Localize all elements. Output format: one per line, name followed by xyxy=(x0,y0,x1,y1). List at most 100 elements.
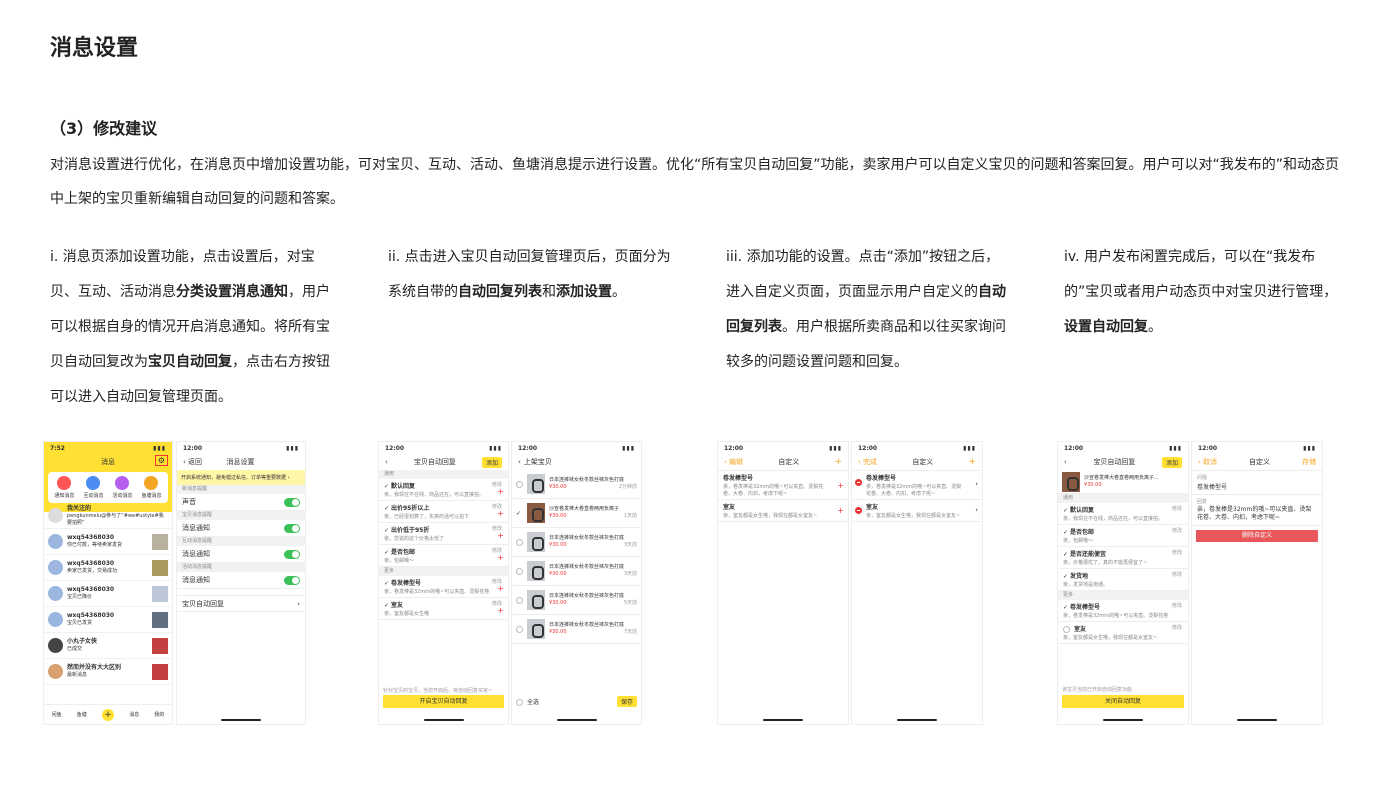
edit-link[interactable]: 修改 xyxy=(1172,527,1182,534)
product-time: 7天前 xyxy=(623,629,637,635)
list-item[interactable]: 日本连裤袜女秋冬款丝袜灰色打底 ¥30.00 5天前 xyxy=(512,586,641,615)
list-item[interactable]: 室友 亲，室友都是女生哦，我现在都是女室友~ 修改 xyxy=(1058,622,1188,644)
list-item[interactable]: 日本连裤袜女秋冬款丝袜灰色打底 ¥30.00 2分钟前 xyxy=(512,470,641,499)
category-pond[interactable]: 鱼塘消息 xyxy=(141,476,162,499)
plus-icon[interactable]: + xyxy=(497,606,504,615)
interact-notify-toggle[interactable] xyxy=(284,549,300,559)
list-item[interactable]: 然而并没有大大区别 最新消息 xyxy=(44,659,172,685)
list-item[interactable]: ✓ 出价低于95折 亲，您说的这个价格太低了 修改 + xyxy=(379,523,508,545)
save-button[interactable]: 保存 xyxy=(616,695,637,707)
edit-link[interactable]: 修改 xyxy=(1172,602,1182,609)
add-button[interactable]: 添加 xyxy=(481,456,502,468)
reply-answer: 亲，室友都是女生哦，我现在都是女室友~ xyxy=(723,513,818,519)
list-item[interactable]: ✓ 发货地 亲，发货地是南通。 修改 xyxy=(1058,569,1188,591)
list-item[interactable]: ✓ 卷发棒型号 亲，卷发棒是32mm的哦~可以夹直、烫梨花卷 修改 + xyxy=(379,576,508,598)
tab-post[interactable]: + xyxy=(102,708,114,721)
category-interact[interactable]: 互动消息 xyxy=(83,476,104,499)
messages-title: 消息 xyxy=(101,458,115,466)
list-item[interactable]: ✓ 是否包邮 亲，包邮哦～ 修改 xyxy=(1058,525,1188,547)
delete-icon[interactable] xyxy=(855,507,862,514)
list-item[interactable]: ✓ 默认回复 亲，我现在不在线，商品还在，可以直接拍。 修改 xyxy=(1058,503,1188,525)
radio-button[interactable] xyxy=(1063,626,1070,633)
list-item[interactable]: 小丸子女侠 已成交 xyxy=(44,633,172,659)
radio-button[interactable] xyxy=(516,538,523,546)
plus-icon[interactable]: + xyxy=(837,481,844,490)
radio-button[interactable] xyxy=(516,596,523,604)
list-item[interactable]: 卷发棒型号 亲，卷发棒是32mm的哦~可以夹直、烫梨花卷、大卷、内扣，考虑下呢~ › xyxy=(852,470,982,500)
list-item[interactable]: 卷发棒型号 亲，卷发棒是32mm的哦~可以夹直、烫梨花卷、大卷、内扣，考虑下呢~ + xyxy=(718,470,848,500)
done-button[interactable]: ‹ 完成 xyxy=(858,457,877,467)
cancel-button[interactable]: ‹ 取消 xyxy=(1198,457,1217,467)
list-item[interactable]: ✓ 是否包邮 亲，包邮哦～ 修改 + xyxy=(379,545,508,567)
delete-custom-button[interactable]: 删除自定义 xyxy=(1196,530,1318,542)
edit-link[interactable]: 修改 xyxy=(1172,505,1182,512)
list-item[interactable]: ✓ 沙宣卷发棒大卷直卷两用负离子 ¥30.00 1天前 xyxy=(512,499,641,528)
category-notify[interactable]: 通知消息 xyxy=(54,476,75,499)
list-item[interactable]: ✓ 室友 亲，室友都是女生哦 修改 + xyxy=(379,598,508,620)
custom-title: 自定义 xyxy=(1249,458,1271,466)
category-activity[interactable]: 活动消息 xyxy=(112,476,133,499)
start-auto-reply-button[interactable]: 开启宝贝自动回复 xyxy=(383,695,504,708)
reply-answer: 亲，价格很优了，真的不能再便宜了~ xyxy=(1063,560,1148,566)
list-item[interactable]: 日本连裤袜女秋冬款丝袜灰色打底 ¥30.00 7天前 xyxy=(512,615,641,644)
plus-icon[interactable]: + xyxy=(497,487,504,496)
row-label: 声音 xyxy=(182,498,196,506)
edit-button[interactable]: ‹ 编辑 xyxy=(724,457,743,467)
product-price: ¥30.00 xyxy=(549,484,567,490)
list-item[interactable]: 日本连裤袜女秋冬款丝袜灰色打底 ¥30.00 3天前 xyxy=(512,528,641,557)
gear-icon[interactable]: ⚙ xyxy=(154,455,168,466)
store-button[interactable]: 存储 xyxy=(1302,457,1316,467)
plus-icon[interactable]: + xyxy=(497,509,504,518)
plus-icon[interactable]: + xyxy=(837,506,844,515)
list-item[interactable]: ✓ 出价95折以上 亲，已经很划算了，实爽的话可以拍下 修改 + xyxy=(379,501,508,523)
plus-icon[interactable]: + xyxy=(968,457,976,467)
auto-reply-row[interactable]: 宝贝自动回复 › xyxy=(177,595,305,612)
close-auto-reply-button[interactable]: 关闭自动回复 xyxy=(1062,695,1184,708)
plus-icon[interactable]: + xyxy=(497,531,504,540)
product-notify-toggle[interactable] xyxy=(284,523,300,533)
plus-icon[interactable]: + xyxy=(497,553,504,562)
check-icon: ✓ xyxy=(384,549,390,556)
list-item[interactable]: wxq54368030 你已付款，等待卖家发货 xyxy=(44,529,172,555)
plus-icon[interactable]: + xyxy=(834,457,842,467)
delete-icon[interactable] xyxy=(855,479,862,486)
tab-mine[interactable]: 我的 xyxy=(154,711,164,718)
list-item[interactable]: 室友 亲，室友都是女生哦，我现在都是女室友~ › xyxy=(852,500,982,522)
sound-toggle[interactable] xyxy=(284,497,300,507)
list-item[interactable]: ✓ 是否还能便宜 亲，价格很优了，真的不能再便宜了~ 修改 xyxy=(1058,547,1188,569)
step-text: iv. 用户发布闲置完成后，可以在“我发布的”宝贝或者用户动态页中对宝贝进行管理… xyxy=(1064,249,1338,300)
edit-link[interactable]: 修改 xyxy=(1172,549,1182,556)
product-thumbnail xyxy=(152,585,168,602)
edit-link[interactable]: 修改 xyxy=(1172,571,1182,578)
activity-notify-toggle[interactable] xyxy=(284,575,300,585)
system-notice-banner[interactable]: 开启系统通知，避免错过私信、订单等重要数据 › xyxy=(177,470,305,485)
edit-link[interactable]: 修改 xyxy=(1172,624,1182,631)
question-field[interactable]: 问题 卷发棒型号 xyxy=(1192,470,1322,495)
radio-button[interactable] xyxy=(516,567,523,575)
check-icon[interactable]: ✓ xyxy=(516,510,523,517)
back-button[interactable]: ‹ 返回 xyxy=(183,457,202,467)
back-icon[interactable]: ‹ xyxy=(518,458,521,466)
list-item[interactable]: ✓ 默认回复 亲，我现在不在线，商品还在，可以直接拍。 修改 + xyxy=(379,479,508,501)
radio-button[interactable] xyxy=(516,625,523,633)
radio-button[interactable] xyxy=(516,480,523,488)
tab-pond[interactable]: 鱼塘 xyxy=(77,711,87,718)
list-item[interactable]: wxq54368030 宝贝已降价 xyxy=(44,581,172,607)
plus-icon[interactable]: + xyxy=(497,584,504,593)
reply-answer: 亲，已经很划算了，实爽的话可以拍下 xyxy=(384,514,470,520)
list-item[interactable]: 日本连裤袜女秋冬款丝袜灰色打底 ¥30.00 3天前 xyxy=(512,557,641,586)
list-item[interactable]: 室友 亲，室友都是女生哦，我现在都是女室友~ + xyxy=(718,500,848,522)
product-name: 日本连裤袜女秋冬款丝袜灰色打底 xyxy=(549,535,625,541)
list-item[interactable]: ✓ 卷发棒型号 亲，卷发棒是32mm的哦~可以夹直、烫梨花卷 修改 xyxy=(1058,600,1188,622)
list-item[interactable]: wxq54368030 卖家已发货，交易成功 xyxy=(44,555,172,581)
product-thumbnail xyxy=(152,533,168,550)
product-time: 3天前 xyxy=(623,542,637,548)
select-all[interactable]: 全选 xyxy=(516,697,539,706)
add-button[interactable]: 添加 xyxy=(1161,456,1182,468)
list-item[interactable]: wxq54368030 宝贝已发货 xyxy=(44,607,172,633)
list-item[interactable]: 我关注的 pengkunmeiu@参与了“#we#ustyle#我要拍照” xyxy=(44,503,172,529)
tab-home[interactable]: 闲鱼 xyxy=(52,711,62,718)
tab-messages[interactable]: 消息 xyxy=(129,711,139,718)
answer-field[interactable]: 回复 亲，卷发棒是32mm的哦~可以夹直、烫梨花卷、大卷、内扣，考虑下呢~ xyxy=(1192,495,1322,526)
activity-icon xyxy=(115,476,130,490)
